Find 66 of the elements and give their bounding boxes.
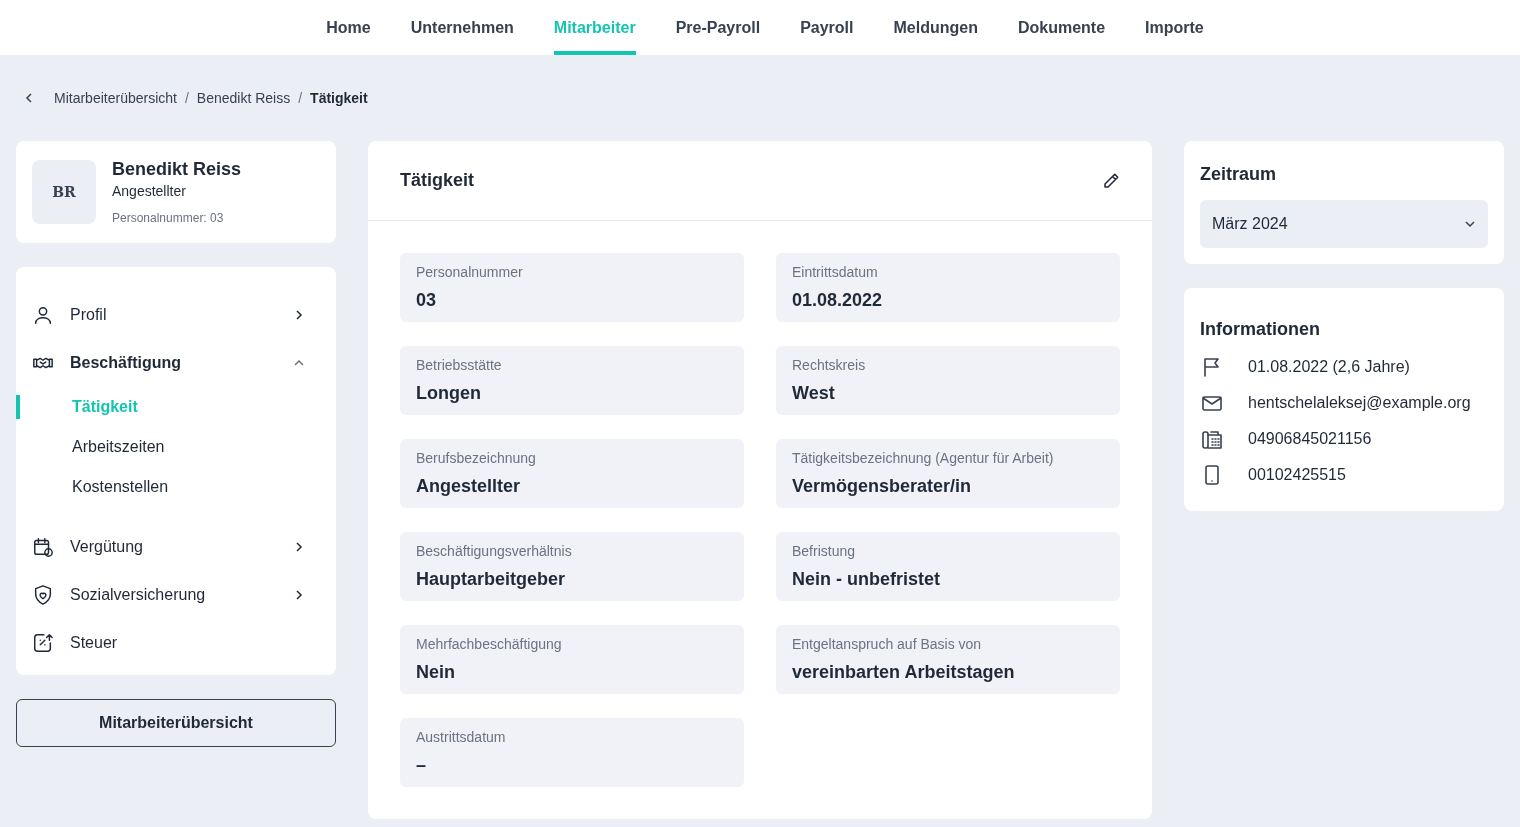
sidebar-subitem[interactable]: Kostenstellen <box>72 475 169 499</box>
field-value: 01.08.2022 <box>792 288 884 312</box>
overview-button[interactable]: Mitarbeiterübersicht <box>16 699 336 747</box>
nav-tab[interactable]: Home <box>326 0 371 55</box>
person-icon <box>32 304 54 326</box>
shield-icon <box>32 584 54 606</box>
field-label: Tätigkeitsbezeichnung (Agentur für Arbeit) <box>792 448 1055 468</box>
field-label: Berufsbezeichnung <box>416 448 537 468</box>
chevron-right-icon <box>294 542 304 552</box>
field-label: Betriebsstätte <box>416 355 503 375</box>
breadcrumb-separator: / <box>298 88 303 108</box>
personnel-number: Personalnummer: 03 <box>112 210 225 227</box>
back-icon[interactable] <box>24 93 34 103</box>
info-text: 01.08.2022 (2,6 Jahre) <box>1248 357 1410 377</box>
info-title: Informationen <box>1200 318 1321 341</box>
field-value: 03 <box>416 288 438 312</box>
period-select[interactable]: März 2024 <box>1200 200 1488 248</box>
nav-tab[interactable]: Payroll <box>800 0 854 55</box>
breadcrumb-link[interactable]: Benedikt Reiss <box>196 87 291 109</box>
field-label: Mehrfachbeschäftigung <box>416 634 563 654</box>
nav-tab[interactable]: Meldungen <box>893 0 978 55</box>
info-text: 04906845021156 <box>1248 429 1372 449</box>
field-label: Entgeltanspruch auf Basis von <box>792 634 983 654</box>
employee-name: Benedikt Reiss <box>112 158 242 181</box>
info-text: hentschelaleksej@example.org <box>1248 393 1471 413</box>
info-text: 00102425515 <box>1248 465 1346 485</box>
field-value: Hauptarbeitgeber <box>416 567 567 591</box>
sidebar-group[interactable]: Vergütung <box>16 523 336 571</box>
breadcrumb-separator: / <box>184 88 189 108</box>
nav-tab[interactable]: Importe <box>1145 0 1204 55</box>
field-label: Eintrittsdatum <box>792 262 879 282</box>
field-value: Longen <box>416 381 482 405</box>
sidebar-group[interactable]: Beschäftigung <box>16 339 336 387</box>
employee-role: Angestellter <box>112 182 187 201</box>
chevron-up-icon <box>294 358 304 368</box>
tax-icon <box>32 632 54 654</box>
period-title: Zeitraum <box>1200 163 1278 186</box>
active-indicator <box>16 395 20 419</box>
sidebar-item[interactable]: Steuer <box>16 619 336 667</box>
nav-tab[interactable]: Pre-Payroll <box>675 0 761 55</box>
field-value: Angestellter <box>416 474 522 498</box>
sidebar-subitem[interactable]: Arbeitszeiten <box>72 435 165 459</box>
nav-tab[interactable]: Dokumente <box>1017 0 1106 55</box>
breadcrumb-link[interactable]: Mitarbeiterübersicht <box>54 87 177 109</box>
edit-icon[interactable] <box>1102 171 1120 190</box>
chevron-right-icon <box>294 310 304 320</box>
sidebar-group[interactable]: Sozialversicherung <box>16 571 336 619</box>
chevron-right-icon <box>294 590 304 600</box>
nav-tab[interactable]: Unternehmen <box>410 0 514 55</box>
chevron-down-icon <box>1464 218 1476 230</box>
avatar-initials: BR <box>32 160 96 224</box>
panel-title: Tätigkeit <box>400 169 474 192</box>
field-value: Nein <box>416 660 456 684</box>
field-label: Beschäftigungsverhältnis <box>416 541 573 561</box>
field-value: Nein - unbefristet <box>792 567 941 591</box>
field-label: Austrittsdatum <box>416 727 507 747</box>
field-value: West <box>792 381 836 405</box>
field-value: Vermögensberater/in <box>792 474 973 498</box>
field-value: vereinbarten Arbeitstagen <box>792 660 1016 684</box>
calendar-coin-icon <box>32 536 54 558</box>
field-label: Rechtskreis <box>792 355 867 375</box>
field-label: Befristung <box>792 541 857 561</box>
field-label: Personalnummer <box>416 262 524 282</box>
sidebar-group[interactable]: Profil <box>16 291 336 339</box>
breadcrumb-link[interactable]: Tätigkeit <box>310 87 368 109</box>
field-value: – <box>416 753 427 777</box>
